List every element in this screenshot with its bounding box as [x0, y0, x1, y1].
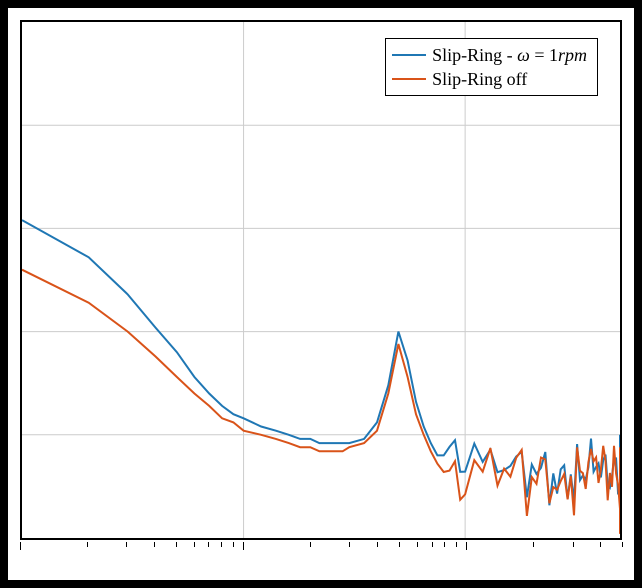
legend-swatch-0 — [392, 54, 426, 57]
legend: Slip-Ring - ω = 1rpm Slip-Ring off — [385, 38, 598, 96]
legend-label-1: Slip-Ring off — [432, 69, 527, 90]
series-slip-ring-off — [22, 270, 620, 534]
legend-entry-1: Slip-Ring off — [392, 67, 587, 91]
legend-swatch-1 — [392, 78, 426, 81]
x-ticks — [20, 542, 622, 552]
legend-label-0: Slip-Ring - ω = 1rpm — [432, 45, 587, 66]
chart-frame: Slip-Ring - ω = 1rpm Slip-Ring off — [8, 8, 634, 580]
series-slip-ring-on — [22, 220, 620, 505]
legend-entry-0: Slip-Ring - ω = 1rpm — [392, 43, 587, 67]
chart-svg — [22, 22, 620, 538]
plot-area: Slip-Ring - ω = 1rpm Slip-Ring off — [20, 20, 622, 540]
